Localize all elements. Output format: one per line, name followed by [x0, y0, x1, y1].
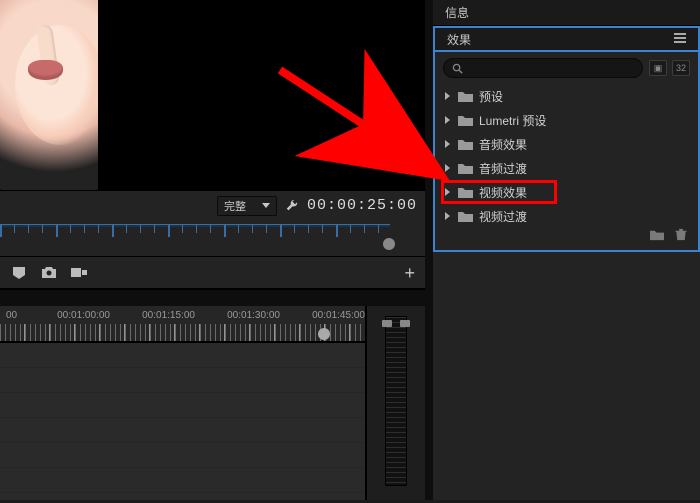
- preview-viewport[interactable]: [0, 0, 425, 190]
- disclosure-triangle-icon[interactable]: [445, 188, 450, 196]
- settings-wrench-icon[interactable]: [285, 199, 299, 213]
- ruler-labels: 00 00:01:00:00 00:01:15:00 00:01:30:00 0…: [0, 306, 365, 324]
- panel-empty-area: [433, 252, 700, 500]
- panel-menu-icon[interactable]: [674, 32, 686, 47]
- monitor-toolbar: +: [0, 256, 425, 290]
- effects-folder-audio-effects[interactable]: 音频效果: [443, 134, 690, 154]
- new-bin-icon[interactable]: [650, 228, 664, 244]
- fx-badge-2[interactable]: 32: [672, 60, 690, 76]
- folder-icon: [458, 210, 473, 222]
- fx-badge-1[interactable]: ▣: [649, 60, 667, 76]
- playback-resolution-dropdown[interactable]: 完整: [217, 196, 277, 216]
- effects-folder-video-effects[interactable]: 视频效果: [443, 182, 555, 202]
- disclosure-triangle-icon[interactable]: [445, 116, 450, 124]
- disclosure-triangle-icon[interactable]: [445, 140, 450, 148]
- audio-level-meter: [385, 316, 407, 486]
- effects-folder-audio-transitions[interactable]: 音频过渡: [443, 158, 690, 178]
- folder-icon: [458, 138, 473, 150]
- effects-panel: ▣ 32 预设 Lumetri 预设 音频效果: [433, 52, 700, 252]
- search-icon: [452, 63, 463, 74]
- audio-meter-handles[interactable]: [382, 320, 410, 328]
- folder-icon: [458, 162, 473, 174]
- preview-frame: [0, 0, 98, 190]
- folder-icon: [458, 90, 473, 102]
- export-frame-icon[interactable]: [70, 265, 88, 281]
- disclosure-triangle-icon[interactable]: [445, 164, 450, 172]
- chevron-down-icon: [262, 203, 270, 208]
- effects-tree: 预设 Lumetri 预设 音频效果 音频过渡: [443, 86, 690, 226]
- timeline-tracks[interactable]: [0, 342, 365, 500]
- timeline-ruler[interactable]: 00 00:01:00:00 00:01:15:00 00:01:30:00 0…: [0, 306, 365, 500]
- seek-handle-icon[interactable]: [383, 238, 395, 250]
- trash-icon[interactable]: [674, 228, 688, 244]
- timecode-display[interactable]: 00:00:25:00: [307, 197, 417, 214]
- marker-icon[interactable]: [10, 265, 28, 281]
- camera-icon[interactable]: [40, 265, 58, 281]
- effects-folder-presets[interactable]: 预设: [443, 86, 690, 106]
- disclosure-triangle-icon[interactable]: [445, 212, 450, 220]
- effects-folder-lumetri[interactable]: Lumetri 预设: [443, 110, 690, 130]
- audio-meter: [365, 306, 425, 500]
- disclosure-triangle-icon[interactable]: [445, 92, 450, 100]
- program-monitor-panel: 完整 00:00:25:00 +: [0, 0, 425, 500]
- info-panel-tab[interactable]: 信息: [433, 0, 700, 26]
- effects-folder-video-transitions[interactable]: 视频过渡: [443, 206, 690, 226]
- seek-bar[interactable]: [0, 220, 425, 256]
- playhead-icon[interactable]: [318, 328, 330, 340]
- add-button-icon[interactable]: +: [404, 264, 415, 282]
- folder-icon: [458, 114, 473, 126]
- effects-search-input[interactable]: [443, 58, 643, 78]
- playback-resolution-label: 完整: [224, 198, 246, 214]
- folder-icon: [458, 186, 473, 198]
- effects-panel-tab[interactable]: 效果: [433, 26, 700, 52]
